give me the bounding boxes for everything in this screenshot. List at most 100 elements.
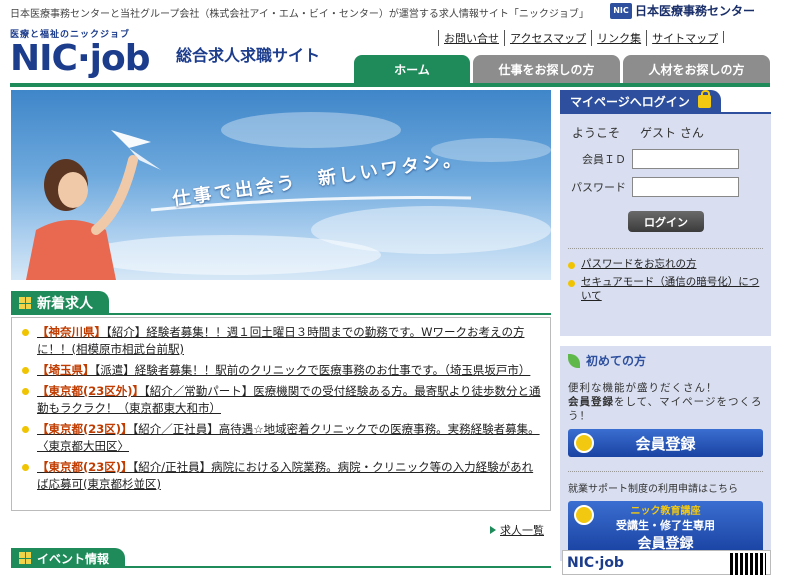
qr-logo-text: NIC·job xyxy=(567,554,624,571)
tab-job-seekers[interactable]: 仕事をお探しの方 xyxy=(473,55,620,83)
first-time-panel: 初めての方 便利な機能が盛りだくさん！ 会員登録をして、マイページをつくろう！ … xyxy=(560,346,771,561)
sitemap-link[interactable]: サイトマップ xyxy=(646,30,723,46)
events-header: イベント情報 xyxy=(11,548,551,568)
member-id-input[interactable] xyxy=(632,149,739,169)
desc-line-2: 会員登録をして、マイページをつくろう！ xyxy=(568,395,763,423)
password-label: パスワード xyxy=(571,181,626,194)
new-jobs-header: 新着求人 xyxy=(11,291,551,315)
bullet-icon xyxy=(22,367,29,374)
new-jobs-title: 新着求人 xyxy=(37,296,93,312)
student-register-course: ニック教育講座 xyxy=(630,505,701,517)
tab-bar-underline xyxy=(10,83,770,87)
mobile-qr-banner[interactable]: NIC·job xyxy=(562,550,771,575)
job-item[interactable]: 【東京都(23区外)】【紹介／常勤パート】医療機関での受付経験ある方。最寄駅より… xyxy=(22,383,542,417)
secure-mode-label: セキュアモード（通信の暗号化）について xyxy=(581,276,760,302)
job-prefecture: 【神奈川県】 xyxy=(37,325,106,339)
brand-subtitle: 総合求人求職サイト xyxy=(176,46,321,65)
events-title: イベント情報 xyxy=(37,551,110,566)
login-tab: マイページへログイン xyxy=(560,89,721,112)
grid-icon xyxy=(19,552,31,564)
job-prefecture: 【東京都(23区外)】 xyxy=(37,384,145,398)
job-item[interactable]: 【埼玉県】【派遣】経験者募集！！駅前のクリニックで医療事務のお仕事です。（埼玉県… xyxy=(22,362,542,379)
job-item[interactable]: 【神奈川県】【紹介】経験者募集！！週１回土曜日３時間までの勤務です。Wワークお考… xyxy=(22,324,542,358)
contact-link[interactable]: お問い合せ xyxy=(438,30,504,46)
forgot-password-label: パスワードをお忘れの方 xyxy=(581,258,697,270)
first-time-description: 便利な機能が盛りだくさん！ 会員登録をして、マイページをつくろう！ xyxy=(568,381,763,423)
corp-logo[interactable]: NIC 日本医療事務センター xyxy=(610,2,755,19)
login-title: マイページへログイン xyxy=(570,94,690,109)
bullet-icon xyxy=(22,426,29,433)
hero-banner: 仕事で出会う 新しいワタシ。 xyxy=(11,90,551,280)
bullet-icon xyxy=(568,262,575,269)
desc-line-1: 便利な機能が盛りだくさん！ xyxy=(568,382,718,394)
forgot-password-link[interactable]: パスワードをお忘れの方 xyxy=(568,257,763,271)
job-list-link[interactable]: 求人一覧 xyxy=(490,522,544,538)
events-tab: イベント情報 xyxy=(11,548,126,568)
tab-home[interactable]: ホーム xyxy=(354,55,470,83)
corp-name: 日本医療事務センター xyxy=(635,4,756,18)
qr-code-icon xyxy=(730,553,766,575)
password-input[interactable] xyxy=(632,177,739,197)
job-link[interactable]: 【埼玉県】【派遣】経験者募集！！駅前のクリニックで医療事務のお仕事です。（埼玉県… xyxy=(37,362,530,379)
welcome-line: ようこそ ゲスト さん xyxy=(572,124,763,141)
job-link[interactable]: 【東京都(23区)】【紹介／正社員】高待遇☆地域密着クリニックでの医療事務。実務… xyxy=(37,421,542,455)
user-face-icon xyxy=(574,433,594,453)
member-id-label: 会員ＩＤ xyxy=(582,153,626,166)
divider xyxy=(568,471,763,472)
bullet-icon xyxy=(22,388,29,395)
register-label: 会員登録 xyxy=(635,434,696,453)
access-map-link[interactable]: アクセスマップ xyxy=(504,30,591,46)
password-row: パスワード xyxy=(568,177,763,197)
job-list-label: 求人一覧 xyxy=(500,524,544,537)
guest-name: ゲスト さん xyxy=(640,126,704,140)
job-prefecture: 【東京都(23区)】 xyxy=(37,460,133,474)
events-section: イベント情報 xyxy=(11,548,551,568)
login-header: マイページへログイン xyxy=(560,89,771,112)
first-time-title: 初めての方 xyxy=(586,354,647,368)
util-divider xyxy=(723,31,725,43)
main-tabs: ホーム 仕事をお探しの方 人材をお探しの方 xyxy=(354,55,770,83)
corp-mark-icon: NIC xyxy=(610,2,632,19)
student-register-button[interactable]: ニック教育講座 受講生・修了生専用 会員登録 xyxy=(568,501,763,553)
new-jobs-tab: 新着求人 xyxy=(11,291,109,315)
job-link[interactable]: 【東京都(23区)】【紹介/正社員】病院における入院業務。病院・クリニック等の入… xyxy=(37,459,542,493)
user-face-icon xyxy=(574,505,594,525)
bullet-icon xyxy=(568,280,575,287)
site-description: 日本医療事務センターと当社グループ会社（株式会社アイ・エム・ビイ・センター）が運… xyxy=(10,9,589,20)
job-link[interactable]: 【神奈川県】【紹介】経験者募集！！週１回土曜日３時間までの勤務です。Wワークお考… xyxy=(37,324,542,358)
job-prefecture: 【埼玉県】 xyxy=(37,363,95,377)
beginner-leaf-icon xyxy=(568,353,580,368)
job-title: 【派遣】経験者募集！！駅前のクリニックで医療事務のお仕事です。（埼玉県坂戸市） xyxy=(94,363,531,377)
section-underline xyxy=(109,313,551,315)
utility-links: お問い合せ アクセスマップ リンク集 サイトマップ xyxy=(438,30,725,46)
new-jobs-section: 新着求人 【神奈川県】【紹介】経験者募集！！週１回土曜日３時間までの勤務です。W… xyxy=(11,291,551,511)
support-text: 就業サポート制度の利用申請はこちら xyxy=(568,484,738,495)
lock-icon xyxy=(697,89,711,108)
job-title: 【紹介】経験者募集！！週１回土曜日３時間までの勤務です。Wワークお考えの方に！！… xyxy=(37,325,525,356)
divider xyxy=(568,248,763,249)
job-link[interactable]: 【東京都(23区外)】【紹介／常勤パート】医療機関での受付経験ある方。最寄駅より… xyxy=(37,383,542,417)
student-register-target: 受講生・修了生専用 xyxy=(616,518,715,532)
register-button[interactable]: 会員登録 xyxy=(568,429,763,457)
section-underline xyxy=(125,566,551,568)
arrow-right-icon xyxy=(490,526,496,534)
jobs-list: 【神奈川県】【紹介】経験者募集！！週１回土曜日３時間までの勤務です。Wワークお考… xyxy=(11,317,551,511)
welcome-text: ようこそ xyxy=(572,126,621,140)
desc-bold: 会員登録 xyxy=(568,396,614,408)
login-button[interactable]: ログイン xyxy=(628,211,704,232)
bullet-icon xyxy=(22,329,29,336)
brand-logo-text: NIC·job xyxy=(10,38,150,79)
secure-mode-link[interactable]: セキュアモード（通信の暗号化）について xyxy=(568,275,763,303)
sidebar: マイページへログイン ようこそ ゲスト さん 会員ＩＤ パスワード ログイン パ… xyxy=(560,89,771,561)
brand-logo[interactable]: 医療と福祉のニックジョブ NIC·job xyxy=(10,27,150,79)
bullet-icon xyxy=(22,464,29,471)
first-time-header: 初めての方 xyxy=(568,352,763,369)
tab-employers[interactable]: 人材をお探しの方 xyxy=(623,55,770,83)
grid-icon xyxy=(19,297,31,309)
member-id-row: 会員ＩＤ xyxy=(568,149,763,169)
login-panel: ようこそ ゲスト さん 会員ＩＤ パスワード ログイン パスワードをお忘れの方 … xyxy=(560,112,771,336)
job-item[interactable]: 【東京都(23区)】【紹介/正社員】病院における入院業務。病院・クリニック等の入… xyxy=(22,459,542,493)
links-link[interactable]: リンク集 xyxy=(591,30,646,46)
job-item[interactable]: 【東京都(23区)】【紹介／正社員】高待遇☆地域密着クリニックでの医療事務。実務… xyxy=(22,421,542,455)
job-prefecture: 【東京都(23区)】 xyxy=(37,422,133,436)
